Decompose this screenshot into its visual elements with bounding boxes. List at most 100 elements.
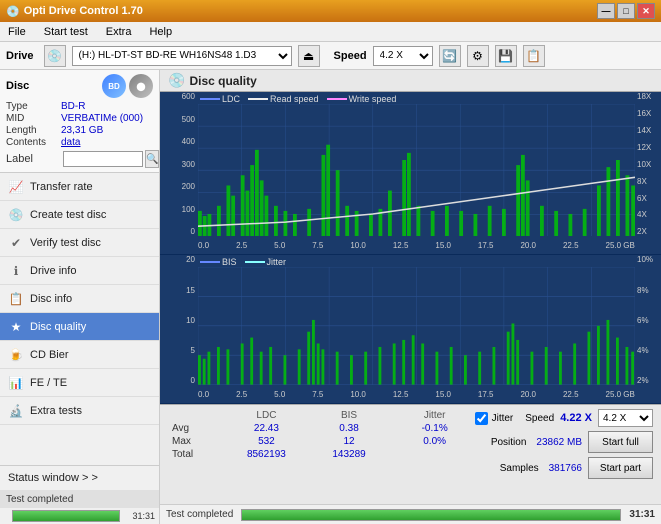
nav-extra-tests-label: Extra tests [30,405,82,417]
stats-max-row: Max 532 12 0.0% [168,435,467,448]
stats-header-bis: BIS [310,409,387,422]
save-btn[interactable]: 📋 [523,45,545,67]
maximize-button[interactable]: □ [617,3,635,19]
start-part-button[interactable]: Start part [588,457,653,479]
nav-verify-test-disc[interactable]: ✔ Verify test disc [0,229,159,257]
app-icon: 💿 [6,5,20,18]
disc-logo: BD [102,74,126,98]
jitter-checkbox[interactable] [475,412,488,425]
chart-ldc-svg [198,104,635,236]
disc-type-label: Type [6,101,61,112]
cd-bier-icon: 🍺 [8,348,24,362]
nav-verify-test-disc-label: Verify test disc [30,237,101,249]
close-button[interactable]: ✕ [637,3,655,19]
chart-ldc-x-axis: 0.0 2.5 5.0 7.5 10.0 12.5 15.0 17.5 20.0… [198,236,635,254]
disc-label-input[interactable] [63,151,143,167]
chart-ldc-y-axis-left: 600 500 400 300 200 100 0 [160,92,198,236]
nav-transfer-rate[interactable]: 📈 Transfer rate [0,173,159,201]
stats-avg-ldc: 22.43 [223,422,311,435]
disc-contents-label: Contents [6,137,61,148]
bottom-progress-container [241,509,621,521]
disc-length-value: 23,31 GB [61,125,153,136]
stats-avg-jitter: -0.1% [403,422,467,435]
stats-avg-bis: 0.38 [310,422,387,435]
menu-help[interactable]: Help [145,25,176,39]
stats-avg-row: Avg 22.43 0.38 -0.1% [168,422,467,435]
stats-header-empty [168,409,223,422]
settings-btn[interactable]: ⚙ [467,45,489,67]
verify-test-disc-icon: ✔ [8,236,24,250]
nav-drive-info[interactable]: ℹ Drive info [0,257,159,285]
position-label: Position [491,437,527,448]
charts-container: LDC Read speed Write speed 600 500 400 [160,92,661,504]
nav-fe-te-label: FE / TE [30,377,67,389]
disc-quality-title: Disc quality [189,74,256,88]
legend-write-label: Write speed [349,94,397,104]
disc-type-value: BD-R [61,101,153,112]
menubar: File Start test Extra Help [0,22,661,42]
nav-fe-te[interactable]: 📊 FE / TE [0,369,159,397]
chart-ldc: LDC Read speed Write speed 600 500 400 [160,92,661,255]
chart-bis-y-axis-right: 10% 8% 6% 4% 2% [635,255,661,385]
menu-extra[interactable]: Extra [102,25,136,39]
statusbar: Status window > > Test completed 31:31 [0,465,159,524]
status-window-button[interactable]: Status window > > [0,466,159,490]
chart-ldc-y-axis-right: 18X 16X 14X 12X 10X 8X 6X 4X 2X [635,92,661,236]
disk-btn[interactable]: 💾 [495,45,517,67]
legend-jitter-label: Jitter [267,257,287,267]
chart-bis: BIS Jitter 20 15 10 5 0 10% [160,255,661,404]
nav-drive-info-label: Drive info [30,265,76,277]
chart-ldc-legend: LDC Read speed Write speed [200,94,396,104]
samples-label: Samples [500,463,539,474]
drive-select[interactable]: (H:) HL-DT-ST BD-RE WH16NS48 1.D3 [72,46,292,66]
drive-info-icon: ℹ [8,264,24,278]
speed-select-stats[interactable]: 4.2 X [598,409,653,427]
minimize-button[interactable]: — [597,3,615,19]
stats-total-ldc: 8562193 [223,448,311,461]
status-text: Test completed [0,490,159,508]
stats-position-row: Position 23862 MB Start full [491,431,653,453]
disc-mid-label: MID [6,113,61,124]
transfer-rate-icon: 📈 [8,180,24,194]
disc-length-row: Length 23,31 GB [6,125,153,136]
speed-label: Speed [334,50,367,62]
speed-select[interactable]: 4.2 X [373,46,433,66]
nav-disc-quality[interactable]: ★ Disc quality [0,313,159,341]
legend-bis: BIS [200,257,237,267]
nav-extra-tests[interactable]: 🔬 Extra tests [0,397,159,425]
legend-jitter: Jitter [245,257,287,267]
stats-total-label: Total [168,448,223,461]
main-layout: Disc BD ⬤ Type BD-R MID VERBATIMe (000) … [0,70,661,524]
titlebar-left: 💿 Opti Drive Control 1.70 [6,5,143,18]
speed-static-label: Speed [525,413,554,424]
nav-disc-quality-label: Disc quality [30,321,86,333]
drive-icon-btn[interactable]: 💿 [44,45,66,67]
samples-value: 381766 [549,463,582,474]
status-window-label: Status window > > [8,472,98,484]
nav-cd-bier-label: CD Bier [30,349,69,361]
eject-btn[interactable]: ⏏ [298,45,320,67]
stats-jitter-speed-row: Jitter Speed 4.22 X 4.2 X [475,409,653,427]
disc-info-icon: 📋 [8,292,24,306]
start-full-button[interactable]: Start full [588,431,653,453]
create-test-disc-icon: 💿 [8,208,24,222]
menu-file[interactable]: File [4,25,30,39]
disc-quality-header: 💿 Disc quality [160,70,661,92]
extra-tests-icon: 🔬 [8,404,24,418]
disc-length-label: Length [6,125,61,136]
menu-start-test[interactable]: Start test [40,25,92,39]
bottom-progress-bar [242,510,620,520]
nav-disc-info[interactable]: 📋 Disc info [0,285,159,313]
disc-contents-row: Contents data [6,137,153,148]
jitter-checkbox-label[interactable]: Jitter [475,412,514,425]
stats-right-panel: Jitter Speed 4.22 X 4.2 X Position 23862… [475,409,653,500]
stats-max-bis: 12 [310,435,387,448]
disc-label-button[interactable]: 🔍 [145,150,159,168]
nav-cd-bier[interactable]: 🍺 CD Bier [0,341,159,369]
disc-contents-value[interactable]: data [61,137,153,148]
nav-create-test-disc[interactable]: 💿 Create test disc [0,201,159,229]
disc-type-row: Type BD-R [6,101,153,112]
refresh-btn[interactable]: 🔄 [439,45,461,67]
legend-read-label: Read speed [270,94,319,104]
chart-bis-x-axis: 0.0 2.5 5.0 7.5 10.0 12.5 15.0 17.5 20.0… [198,385,635,403]
